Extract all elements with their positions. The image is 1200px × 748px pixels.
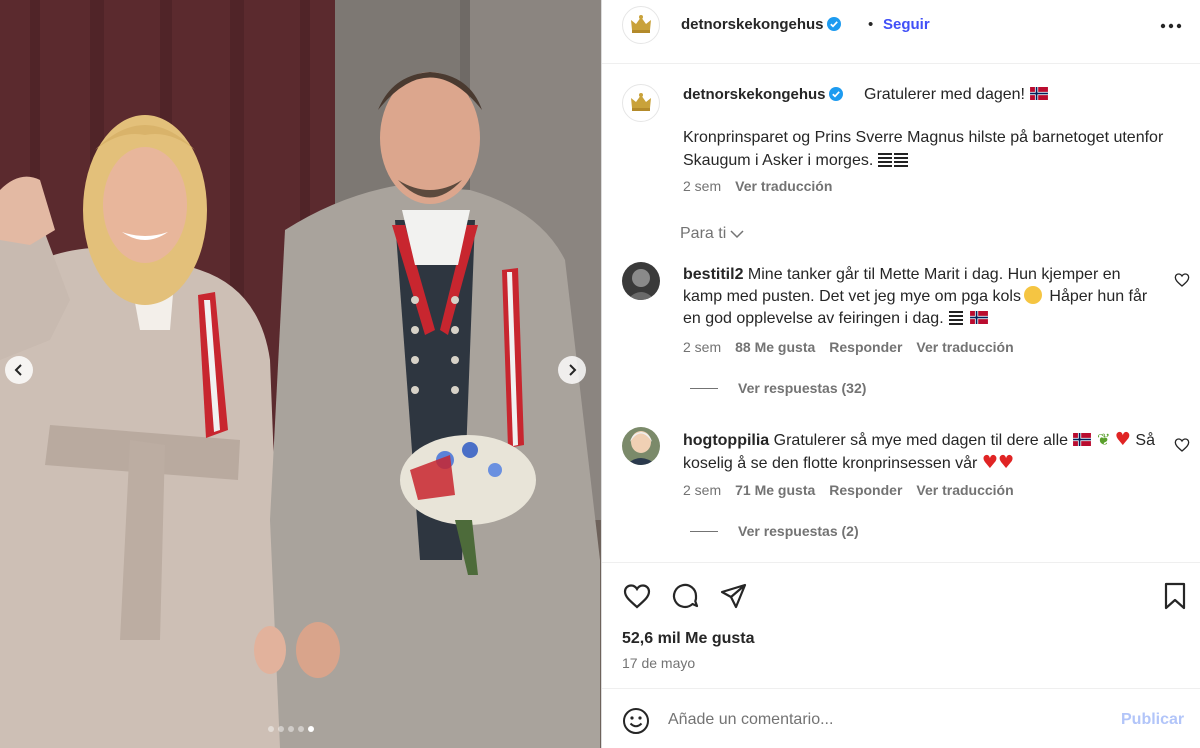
carousel-next-button[interactable] — [558, 356, 586, 384]
caption-time[interactable]: 2 sem — [683, 178, 721, 194]
comment-text: hogtoppilia Gratulerer så mye med dagen … — [683, 429, 1163, 475]
comment-username[interactable]: bestitil2 — [683, 266, 743, 283]
comment-username[interactable]: hogtoppilia — [683, 432, 769, 449]
reply-button[interactable]: Responder — [829, 339, 902, 355]
caption-meta: 2 sem Ver traducción — [683, 178, 832, 194]
comment-meta: 2 sem 88 Me gusta Responder Ver traducci… — [683, 339, 1014, 355]
red-heart-emoji-icon: ♥♥ — [981, 452, 1015, 473]
heart-icon[interactable] — [1174, 272, 1190, 288]
heart-icon[interactable] — [1174, 437, 1190, 453]
avatar[interactable] — [622, 427, 660, 465]
crown-logo-icon — [631, 93, 651, 111]
comment-time[interactable]: 2 sem — [683, 482, 721, 498]
post-header: detnorskekongehus • Seguir — [602, 0, 1200, 64]
caption-username[interactable]: detnorskekongehus — [683, 86, 843, 103]
post-panel: detnorskekongehus • Seguir detnorskekong… — [601, 0, 1200, 748]
carousel-dot[interactable] — [268, 726, 274, 732]
view-replies-button[interactable]: Ver respuestas (32) — [690, 380, 866, 396]
username-text[interactable]: detnorskekongehus — [681, 16, 824, 33]
comment-likes[interactable]: 71 Me gusta — [735, 482, 815, 498]
chevron-down-icon — [730, 230, 744, 239]
caption-first-line: Gratulerer med dagen! — [864, 86, 1049, 104]
more-options-icon[interactable] — [1159, 22, 1183, 30]
post-media — [0, 0, 601, 748]
publish-button[interactable]: Publicar — [1121, 711, 1184, 729]
carousel-dot[interactable] — [298, 726, 304, 732]
norway-flag-icon — [1030, 87, 1049, 100]
comment-icon[interactable] — [670, 581, 700, 611]
reply-button[interactable]: Responder — [829, 482, 902, 498]
chevron-right-icon — [569, 364, 577, 376]
save-icon[interactable] — [1160, 581, 1190, 611]
crying-emoji-icon — [1023, 286, 1042, 304]
caption-body: Kronprinsparet og Prins Sverre Magnus hi… — [683, 126, 1173, 172]
emoji-bars-icon — [877, 153, 908, 167]
username-text[interactable]: detnorskekongehus — [683, 86, 826, 103]
share-icon[interactable] — [719, 581, 749, 611]
emoji-bars-icon — [949, 311, 964, 325]
post-date[interactable]: 17 de mayo — [622, 655, 695, 671]
comment-input[interactable] — [668, 707, 1088, 733]
like-count[interactable]: 52,6 mil Me gusta — [622, 630, 755, 648]
norway-flag-icon — [969, 311, 988, 324]
red-heart-emoji-icon: ♥ — [1114, 429, 1131, 450]
comment-body: Gratulerer så mye med dagen til dere all… — [773, 432, 1069, 449]
carousel-dots — [268, 726, 314, 732]
verified-icon — [828, 87, 843, 101]
for-you-filter[interactable]: Para ti — [680, 225, 744, 243]
caption-body-text: Kronprinsparet og Prins Sverre Magnus hi… — [683, 129, 1164, 169]
comment-likes[interactable]: 88 Me gusta — [735, 339, 815, 355]
norway-flag-icon — [1073, 433, 1092, 446]
chevron-left-icon — [14, 364, 22, 376]
header-username[interactable]: detnorskekongehus — [681, 16, 841, 33]
carousel-dot[interactable] — [278, 726, 284, 732]
comment-text: bestitil2 Mine tanker går til Mette Mari… — [683, 264, 1163, 330]
carousel-dot[interactable] — [288, 726, 294, 732]
comment-meta: 2 sem 71 Me gusta Responder Ver traducci… — [683, 482, 1014, 498]
like-icon[interactable] — [622, 581, 652, 611]
translate-link[interactable]: Ver traducción — [916, 482, 1013, 498]
verified-icon — [826, 17, 841, 31]
translate-link[interactable]: Ver traducción — [916, 339, 1013, 355]
comment-time[interactable]: 2 sem — [683, 339, 721, 355]
carousel-dot-active[interactable] — [308, 726, 314, 732]
avatar-photo — [622, 427, 660, 465]
divider-line — [690, 387, 718, 389]
for-you-label: Para ti — [680, 225, 727, 242]
post-actions: 52,6 mil Me gusta 17 de mayo — [602, 562, 1200, 688]
caption-first-text: Gratulerer med dagen! — [864, 86, 1025, 103]
leaf-emoji-icon: ❦ — [1096, 430, 1111, 449]
add-comment-bar: Publicar — [602, 688, 1200, 748]
post-photo — [0, 0, 601, 748]
avatar[interactable] — [622, 262, 660, 300]
avatar[interactable] — [622, 6, 660, 44]
divider-line — [690, 530, 718, 532]
emoji-icon[interactable] — [622, 707, 650, 735]
carousel-prev-button[interactable] — [5, 356, 33, 384]
translate-link[interactable]: Ver traducción — [735, 178, 832, 194]
view-replies-label: Ver respuestas (32) — [738, 380, 867, 396]
crown-logo-icon — [631, 15, 651, 33]
view-replies-label: Ver respuestas (2) — [738, 523, 859, 539]
view-replies-button[interactable]: Ver respuestas (2) — [690, 523, 859, 539]
avatar[interactable] — [622, 84, 660, 122]
follow-button[interactable]: Seguir — [883, 16, 930, 33]
avatar-photo — [622, 262, 660, 300]
separator-dot: • — [868, 16, 874, 33]
